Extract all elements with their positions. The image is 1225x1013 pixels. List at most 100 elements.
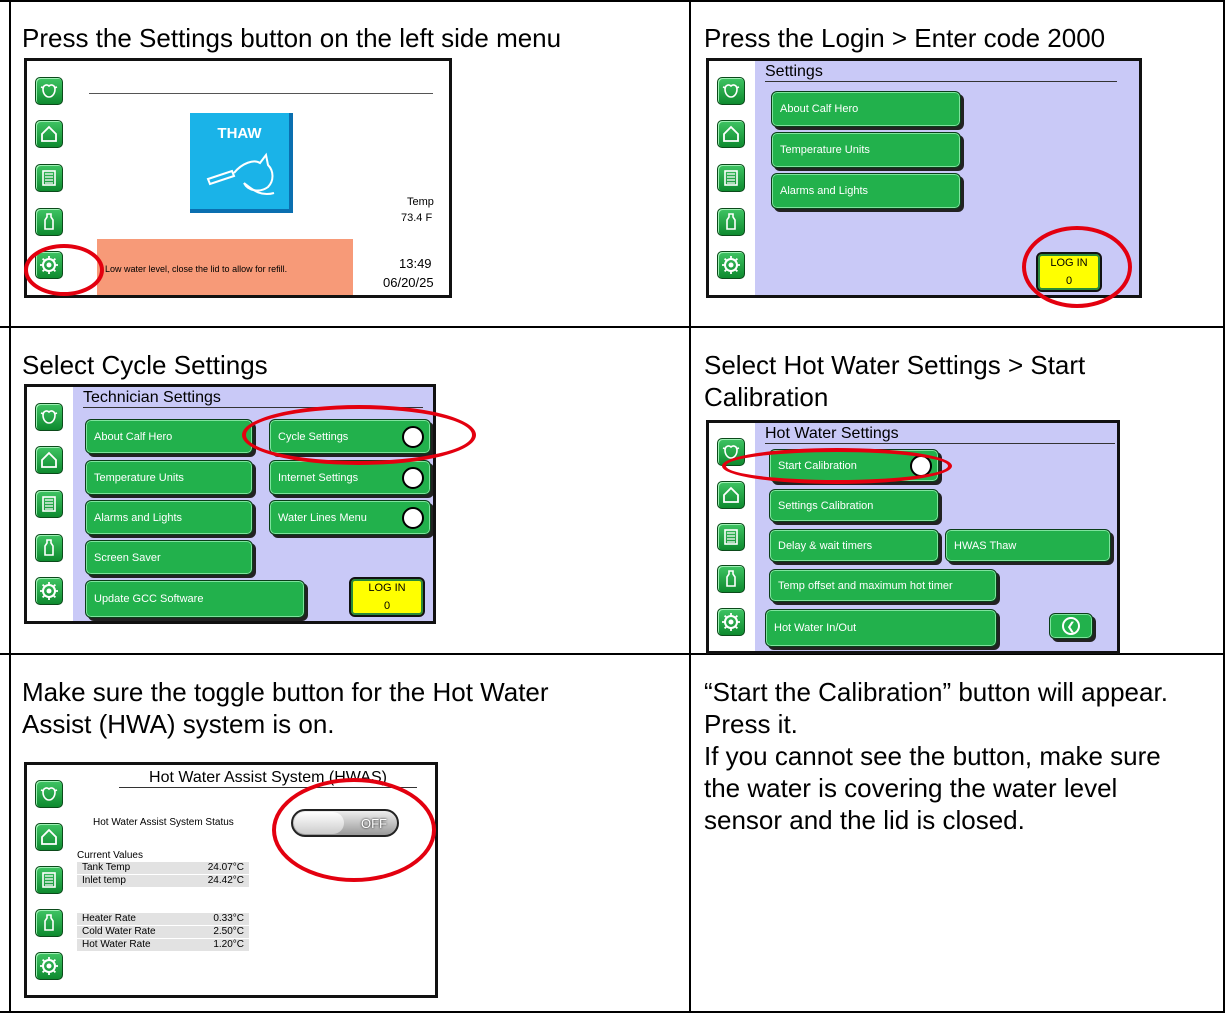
login-label: LOG IN (368, 582, 406, 594)
home-icon (41, 452, 57, 469)
home-nav-button[interactable] (717, 480, 745, 509)
home-icon (723, 486, 739, 503)
button-label: Internet Settings (278, 471, 359, 484)
button-label: Temperature Units (780, 144, 870, 156)
clock-time: 13:49 (399, 256, 432, 271)
temperature-units-button[interactable]: Temperature Units (771, 132, 961, 168)
step-caption: “Start the Calibration” button will appe… (704, 677, 1168, 835)
highlight-ring (1022, 226, 1132, 308)
cow-icon (40, 410, 58, 424)
table-border (9, 0, 11, 1013)
hwas-thaw-button[interactable]: HWAS Thaw (945, 529, 1111, 562)
settings-nav-button[interactable] (717, 607, 745, 636)
bottle-icon (726, 212, 736, 230)
table-border (689, 0, 691, 1013)
cow-nav-button[interactable] (35, 780, 63, 809)
highlight-ring (242, 405, 476, 465)
step-caption: Press the Login > Enter code 2000 (704, 23, 1106, 53)
cow-icon (722, 84, 740, 98)
settings-nav-button[interactable] (35, 577, 63, 606)
button-label: Settings Calibration (778, 499, 874, 512)
home-icon (41, 126, 57, 143)
step-caption: Select Cycle Settings (22, 350, 268, 380)
temp-offset-button[interactable]: Temp offset and maximum hot timer (769, 569, 997, 602)
list-icon (42, 496, 56, 512)
cow-nav-button[interactable] (35, 402, 63, 431)
calf-bottle-icon (206, 152, 275, 195)
cow-icon (40, 787, 58, 802)
login-button[interactable]: LOG IN 0 (349, 577, 425, 617)
about-button[interactable]: About Calf Hero (771, 91, 961, 127)
bottle-nav-button[interactable] (35, 533, 63, 562)
chevron-right-icon: ➤ (402, 506, 424, 529)
cow-nav-button[interactable] (717, 76, 745, 105)
list-icon (42, 872, 56, 888)
water-lines-button[interactable]: Water Lines Menu ➤ (269, 500, 431, 535)
home-nav-button[interactable] (717, 120, 745, 149)
sidebar (709, 61, 755, 295)
status-label: Hot Water Assist System Status (93, 817, 234, 828)
list-nav-button[interactable] (717, 164, 745, 192)
value-row: Inlet temp 24.42°C (77, 875, 249, 887)
cow-nav-button[interactable] (35, 76, 63, 105)
about-button[interactable]: About Calf Hero (85, 419, 253, 454)
list-nav-button[interactable] (35, 866, 63, 894)
screen-title: Hot Water Settings (765, 425, 1115, 444)
clock-date: 06/20/25 (383, 275, 434, 290)
home-icon (723, 126, 739, 143)
back-button[interactable]: ❮ (1049, 613, 1093, 639)
delay-wait-timers-button[interactable]: Delay & wait timers (769, 529, 939, 562)
alarms-lights-button[interactable]: Alarms and Lights (771, 173, 961, 209)
button-label: Alarms and Lights (780, 185, 869, 197)
button-label: Update GCC Software (94, 593, 204, 605)
step-caption: Make sure the toggle button for the Hot … (22, 677, 549, 739)
bottle-nav-button[interactable] (717, 207, 745, 236)
button-label: About Calf Hero (94, 430, 173, 443)
list-icon (724, 529, 738, 545)
temp-value: 73.4 F (401, 212, 433, 224)
hot-water-in-out-button[interactable]: Hot Water In/Out (765, 609, 997, 647)
list-nav-button[interactable] (35, 164, 63, 192)
bottle-icon (726, 570, 736, 588)
current-values-label: Current Values (77, 850, 143, 861)
bottle-nav-button[interactable] (35, 207, 63, 236)
home-nav-button[interactable] (35, 823, 63, 852)
button-label: Alarms and Lights (94, 511, 183, 524)
settings-calibration-button[interactable]: Settings Calibration (769, 489, 939, 522)
home-nav-button[interactable] (35, 120, 63, 149)
settings-nav-button[interactable] (35, 951, 63, 980)
divider (89, 93, 433, 94)
login-value: 0 (383, 600, 391, 612)
list-icon (42, 170, 56, 186)
temp-label: Temp (407, 196, 434, 208)
bottle-icon (44, 212, 54, 230)
highlight-ring (722, 448, 952, 484)
settings-nav-button[interactable] (717, 251, 745, 280)
settings-icon (722, 612, 740, 631)
alarms-lights-button[interactable]: Alarms and Lights (85, 500, 253, 535)
bottle-nav-button[interactable] (717, 565, 745, 594)
alert-banner: Low water level, close the lid to allow … (97, 239, 353, 295)
internet-settings-button[interactable]: Internet Settings ➤ (269, 460, 431, 495)
value-row: Tank Temp 24.07°C (77, 862, 249, 874)
temperature-units-button[interactable]: Temperature Units (85, 460, 253, 495)
step-caption: Press the Settings button on the left si… (22, 23, 562, 53)
thaw-tile[interactable]: THAW (190, 113, 293, 213)
home-nav-button[interactable] (35, 446, 63, 475)
sidebar (27, 765, 73, 995)
bottle-icon (44, 913, 54, 931)
update-software-button[interactable]: Update GCC Software (85, 580, 305, 618)
button-label: Temperature Units (94, 471, 184, 484)
screen-saver-button[interactable]: Screen Saver (85, 540, 253, 575)
button-label: Temp offset and maximum hot timer (778, 579, 953, 592)
value-row: Cold Water Rate 2.50°C (77, 926, 249, 938)
chevron-left-icon: ❮ (1062, 617, 1080, 635)
settings-icon (40, 582, 58, 601)
bottle-nav-button[interactable] (35, 908, 63, 937)
list-nav-button[interactable] (35, 490, 63, 518)
button-label: About Calf Hero (780, 103, 859, 115)
button-label: Delay & wait timers (778, 539, 873, 552)
list-nav-button[interactable] (717, 523, 745, 551)
value-row: Hot Water Rate 1.20°C (77, 939, 249, 951)
button-label: Screen Saver (94, 551, 161, 564)
